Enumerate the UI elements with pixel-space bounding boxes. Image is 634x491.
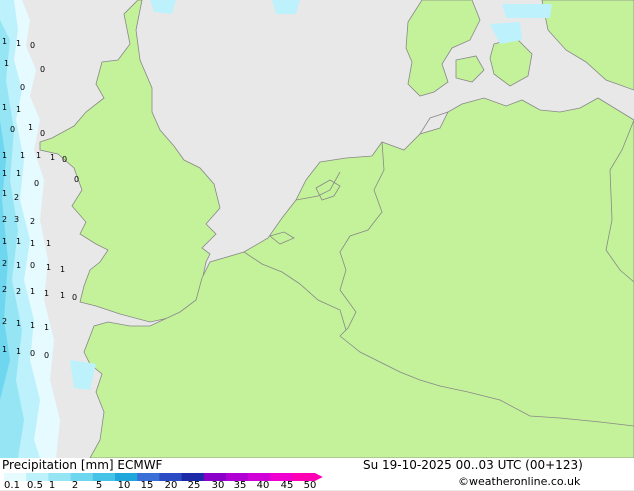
precipitation-map: 1 1 00101 11001 1 1 1 001 101 22 3 21 1 1 12 1 0 1 12 2 1 1 1 0… bbox=[0, 0, 634, 458]
precipitation-value-label: 1 bbox=[44, 323, 49, 332]
precipitation-value-label: 0 bbox=[30, 41, 35, 50]
precipitation-value-label: 1 bbox=[16, 39, 21, 48]
legend-tick-label: 30 bbox=[211, 480, 225, 491]
precipitation-value-label: 0 bbox=[30, 349, 35, 358]
precipitation-value-label: 0 bbox=[30, 261, 35, 270]
precipitation-value-label: 1 bbox=[30, 287, 35, 296]
precipitation-value-label: 0 bbox=[40, 65, 45, 74]
precipitation-value-label: 1 bbox=[16, 261, 21, 270]
precipitation-value-label: 1 bbox=[36, 151, 41, 160]
precipitation-value-label: 1 bbox=[46, 263, 51, 272]
legend-tick-label: 0.5 bbox=[27, 480, 43, 491]
precipitation-value-label: 0 bbox=[62, 155, 67, 164]
legend-tick-label: 10 bbox=[117, 480, 131, 491]
legend-tick-label: 15 bbox=[140, 480, 154, 491]
precipitation-value-label: 0 bbox=[20, 83, 25, 92]
precipitation-value-label: 1 bbox=[46, 239, 51, 248]
precipitation-value-label: 2 bbox=[2, 285, 7, 294]
legend-tick-label: 2 bbox=[71, 480, 79, 491]
precipitation-value-label: 1 bbox=[16, 169, 21, 178]
precipitation-value-label: 0 bbox=[74, 175, 79, 184]
precipitation-value-label: 0 bbox=[44, 351, 49, 360]
precipitation-value-label: 1 bbox=[2, 151, 7, 160]
precipitation-value-label: 1 bbox=[16, 105, 21, 114]
legend-tick-label: 45 bbox=[280, 480, 294, 491]
map-footer: Precipitation [mm] ECMWF Su 19-10-2025 0… bbox=[0, 458, 634, 491]
precipitation-value-label: 1 bbox=[28, 123, 33, 132]
legend-tick-label: 0.1 bbox=[4, 480, 20, 491]
precipitation-value-label: 1 bbox=[16, 347, 21, 356]
weather-map-page: { "map": { "land_color": "#c4f29a", "sea… bbox=[0, 0, 634, 491]
precipitation-value-label: 1 bbox=[44, 289, 49, 298]
precipitation-value-label: 0 bbox=[34, 179, 39, 188]
footer-credit: ©weatheronline.co.uk bbox=[458, 475, 581, 488]
precipitation-value-label: 2 bbox=[2, 259, 7, 268]
precipitation-value-label: 1 bbox=[30, 321, 35, 330]
legend-tick-label: 50 bbox=[303, 480, 317, 491]
precipitation-value-label: 2 bbox=[30, 217, 35, 226]
footer-title: Precipitation [mm] ECMWF bbox=[2, 458, 163, 472]
precipitation-value-label: 1 bbox=[50, 153, 55, 162]
precipitation-value-label: 3 bbox=[14, 215, 19, 224]
legend-tick-label: 35 bbox=[233, 480, 247, 491]
footer-datetime: Su 19-10-2025 00..03 UTC (00+123) bbox=[363, 458, 583, 472]
precipitation-value-label: 1 bbox=[2, 103, 7, 112]
precipitation-value-label: 1 bbox=[2, 37, 7, 46]
legend-tick-label: 1 bbox=[48, 480, 56, 491]
precipitation-value-label: 2 bbox=[2, 215, 7, 224]
precipitation-value-label: 1 bbox=[60, 265, 65, 274]
precipitation-value-label: 1 bbox=[4, 59, 9, 68]
precipitation-value-label: 1 bbox=[2, 169, 7, 178]
precipitation-value-label: 1 bbox=[2, 345, 7, 354]
precipitation-value-label: 0 bbox=[10, 125, 15, 134]
precipitation-value-label: 1 bbox=[20, 151, 25, 160]
precipitation-value-label: 2 bbox=[2, 317, 7, 326]
precipitation-value-label: 1 bbox=[16, 237, 21, 246]
precipitation-value-label: 0 bbox=[40, 129, 45, 138]
precipitation-value-label: 1 bbox=[2, 189, 7, 198]
precipitation-value-label: 1 bbox=[2, 237, 7, 246]
legend-tick-label: 25 bbox=[187, 480, 201, 491]
legend-tick-label: 40 bbox=[256, 480, 270, 491]
precipitation-value-label: 1 bbox=[30, 239, 35, 248]
precipitation-value-label: 2 bbox=[14, 193, 19, 202]
legend-tick-label: 20 bbox=[164, 480, 178, 491]
precipitation-value-label: 1 bbox=[60, 291, 65, 300]
precipitation-value-label: 0 bbox=[72, 293, 77, 302]
precipitation-value-label: 1 bbox=[16, 319, 21, 328]
legend-tick-label: 5 bbox=[95, 480, 103, 491]
precipitation-value-label: 2 bbox=[16, 287, 21, 296]
